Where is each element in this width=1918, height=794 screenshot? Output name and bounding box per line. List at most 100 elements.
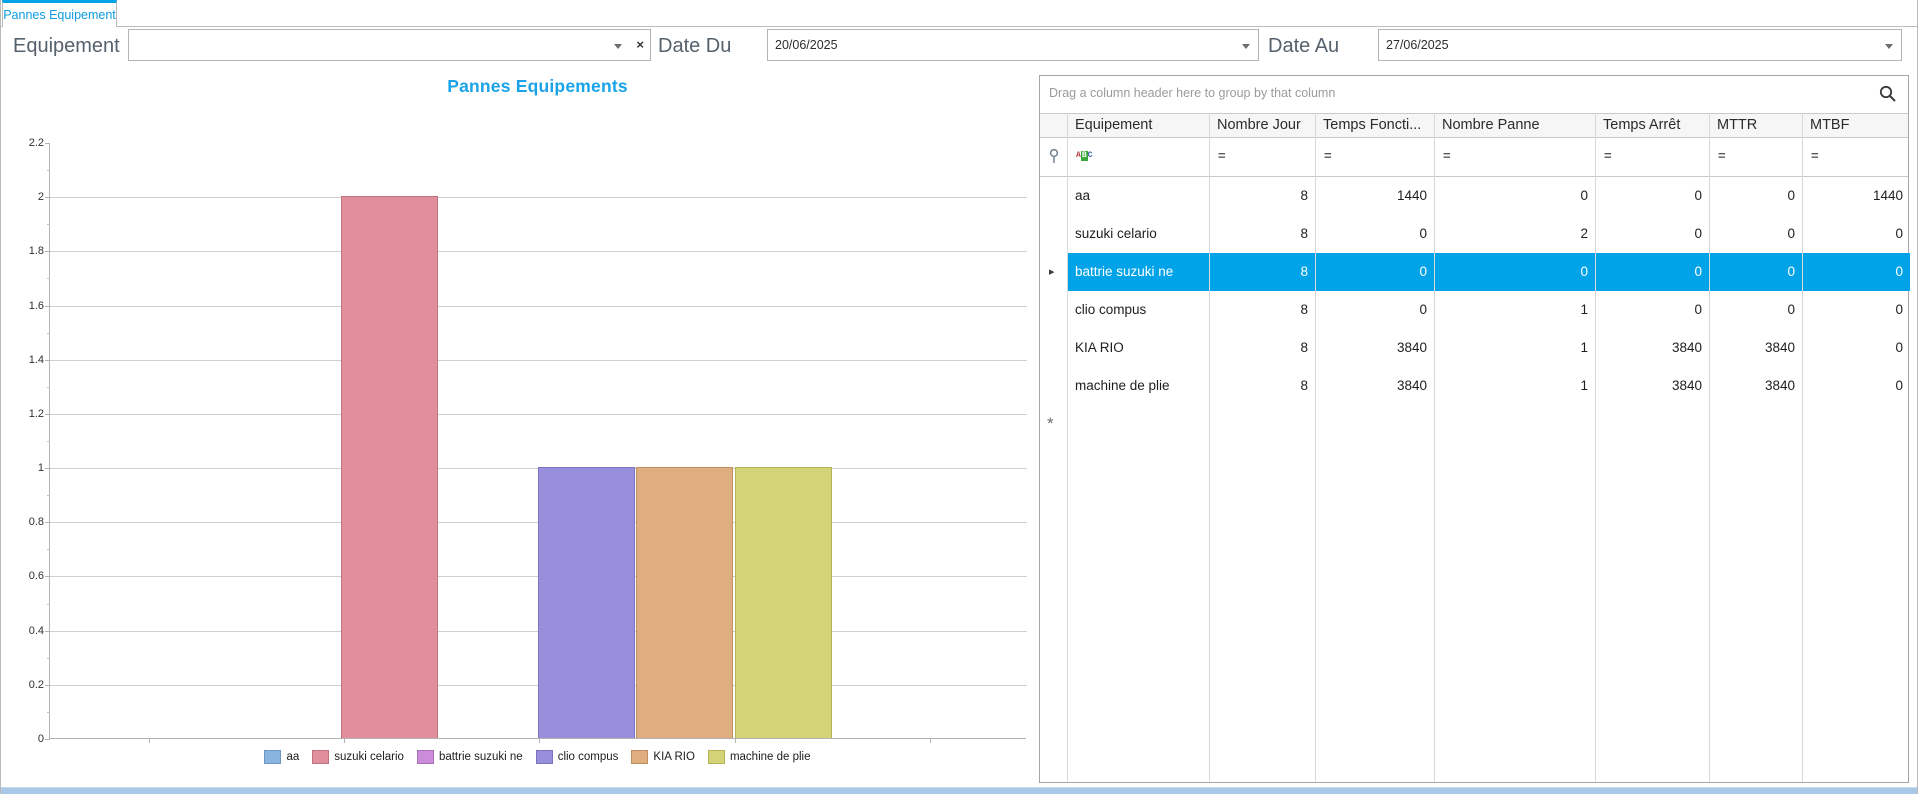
cell[interactable]: 3840: [1315, 329, 1434, 367]
row-indicator-cell: [1040, 367, 1067, 405]
filter-cell-numeric-2[interactable]: =: [1315, 138, 1434, 176]
bar-clio-compus[interactable]: [538, 467, 635, 738]
cell[interactable]: 0: [1315, 291, 1434, 329]
equals-operator-icon: =: [1802, 138, 1910, 174]
grid-header-row: EquipementNombre JourTemps Foncti...Nomb…: [1040, 113, 1908, 138]
cell[interactable]: 8: [1209, 367, 1315, 405]
cell[interactable]: 1: [1434, 367, 1595, 405]
group-by-panel[interactable]: Drag a column header here to group by th…: [1040, 76, 1908, 113]
cell[interactable]: clio compus: [1067, 291, 1209, 329]
table-row[interactable]: ▸battrie suzuki ne800000: [1040, 253, 1908, 291]
cell[interactable]: KIA RIO: [1067, 329, 1209, 367]
date-au-field[interactable]: 27/06/2025: [1378, 29, 1902, 61]
column-header-equipement[interactable]: Equipement: [1067, 114, 1209, 137]
y-axis-minor-tick: [47, 495, 50, 496]
table-row[interactable]: clio compus801000: [1040, 291, 1908, 329]
cell[interactable]: 0: [1709, 215, 1802, 253]
cell[interactable]: 1440: [1802, 177, 1910, 215]
cell[interactable]: battrie suzuki ne: [1067, 253, 1209, 291]
cell[interactable]: 8: [1209, 253, 1315, 291]
table-row[interactable]: suzuki celario802000: [1040, 215, 1908, 253]
table-row[interactable]: KIA RIO838401384038400: [1040, 329, 1908, 367]
legend-item-aa[interactable]: aa: [264, 750, 299, 764]
table-row[interactable]: machine de plie838401384038400: [1040, 367, 1908, 405]
cell[interactable]: 8: [1209, 177, 1315, 215]
cell[interactable]: 0: [1802, 329, 1910, 367]
cell[interactable]: 0: [1595, 291, 1709, 329]
cell[interactable]: 0: [1595, 177, 1709, 215]
y-gridline: [50, 197, 1027, 198]
cell[interactable]: 3840: [1315, 367, 1434, 405]
cell[interactable]: 3840: [1709, 367, 1802, 405]
column-header-nombre-panne[interactable]: Nombre Panne: [1434, 114, 1595, 137]
cell[interactable]: 0: [1709, 177, 1802, 215]
filter-cell-numeric-6[interactable]: =: [1802, 138, 1910, 176]
y-axis-tick-label: 0.4: [4, 625, 44, 637]
filter-cell-numeric-5[interactable]: =: [1709, 138, 1802, 176]
cell[interactable]: 8: [1209, 215, 1315, 253]
cell[interactable]: 0: [1595, 215, 1709, 253]
y-axis-minor-tick: [47, 441, 50, 442]
tab-pannes-equipement[interactable]: Pannes Equipement: [2, 0, 117, 27]
cell[interactable]: machine de plie: [1067, 367, 1209, 405]
cell[interactable]: 0: [1709, 291, 1802, 329]
legend-item-KIA-RIO[interactable]: KIA RIO: [631, 750, 695, 764]
column-header-nombre-jour[interactable]: Nombre Jour: [1209, 114, 1315, 137]
x-axis-tick: [149, 738, 150, 743]
cell[interactable]: 0: [1802, 253, 1910, 291]
legend-item-battrie-suzuki-ne[interactable]: battrie suzuki ne: [417, 750, 523, 764]
bar-KIA-RIO[interactable]: [636, 467, 733, 738]
cell[interactable]: 3840: [1595, 367, 1709, 405]
chevron-down-icon[interactable]: [614, 44, 622, 49]
cell[interactable]: 0: [1802, 291, 1910, 329]
column-header-mtbf[interactable]: MTBF: [1802, 114, 1910, 137]
column-header-temps-arr-t[interactable]: Temps Arrêt: [1595, 114, 1709, 137]
search-icon[interactable]: [1878, 84, 1898, 104]
cell[interactable]: 0: [1595, 253, 1709, 291]
filter-cell-numeric-3[interactable]: =: [1434, 138, 1595, 176]
table-row[interactable]: aa814400001440: [1040, 177, 1908, 215]
cell[interactable]: aa: [1067, 177, 1209, 215]
y-axis-tick-label: 0: [4, 733, 44, 745]
cell[interactable]: 8: [1209, 329, 1315, 367]
cell[interactable]: 3840: [1595, 329, 1709, 367]
legend-item-suzuki-celario[interactable]: suzuki celario: [312, 750, 404, 764]
date-au-label: Date Au: [1268, 31, 1339, 61]
chevron-down-icon[interactable]: [1885, 44, 1893, 49]
column-header-mttr[interactable]: MTTR: [1709, 114, 1802, 137]
y-axis-tick: [45, 197, 50, 198]
y-axis-tick: [45, 576, 50, 577]
equipement-combobox[interactable]: ×: [128, 29, 651, 61]
chevron-down-icon[interactable]: [1242, 44, 1250, 49]
y-axis-minor-tick: [47, 712, 50, 713]
filter-cell-equipement[interactable]: ABC: [1067, 138, 1209, 176]
cell[interactable]: 0: [1315, 253, 1434, 291]
bar-suzuki-celario[interactable]: [341, 196, 438, 738]
cell[interactable]: 0: [1434, 253, 1595, 291]
filter-cell-numeric-1[interactable]: =: [1209, 138, 1315, 176]
cell[interactable]: 0: [1315, 215, 1434, 253]
cell[interactable]: 0: [1802, 215, 1910, 253]
cell[interactable]: 0: [1434, 177, 1595, 215]
legend-item-machine-de-plie[interactable]: machine de plie: [708, 750, 811, 764]
cell[interactable]: 1: [1434, 329, 1595, 367]
new-item-row[interactable]: *: [1040, 405, 1908, 443]
y-axis-tick: [45, 306, 50, 307]
filter-cell-numeric-4[interactable]: =: [1595, 138, 1709, 176]
cell[interactable]: 0: [1802, 367, 1910, 405]
legend-swatch: [536, 750, 553, 764]
cell[interactable]: 0: [1709, 253, 1802, 291]
date-du-field[interactable]: 20/06/2025: [767, 29, 1259, 61]
clear-icon[interactable]: ×: [636, 36, 644, 54]
cell[interactable]: 1440: [1315, 177, 1434, 215]
bar-machine-de-plie[interactable]: [735, 467, 832, 738]
column-header-temps-foncti-[interactable]: Temps Foncti...: [1315, 114, 1434, 137]
cell[interactable]: 2: [1434, 215, 1595, 253]
cell[interactable]: 1: [1434, 291, 1595, 329]
legend-item-clio-compus[interactable]: clio compus: [536, 750, 619, 764]
cell[interactable]: 3840: [1709, 329, 1802, 367]
legend-label: KIA RIO: [653, 751, 695, 763]
cell[interactable]: 8: [1209, 291, 1315, 329]
y-axis-tick-label: 0.8: [4, 516, 44, 528]
cell[interactable]: suzuki celario: [1067, 215, 1209, 253]
